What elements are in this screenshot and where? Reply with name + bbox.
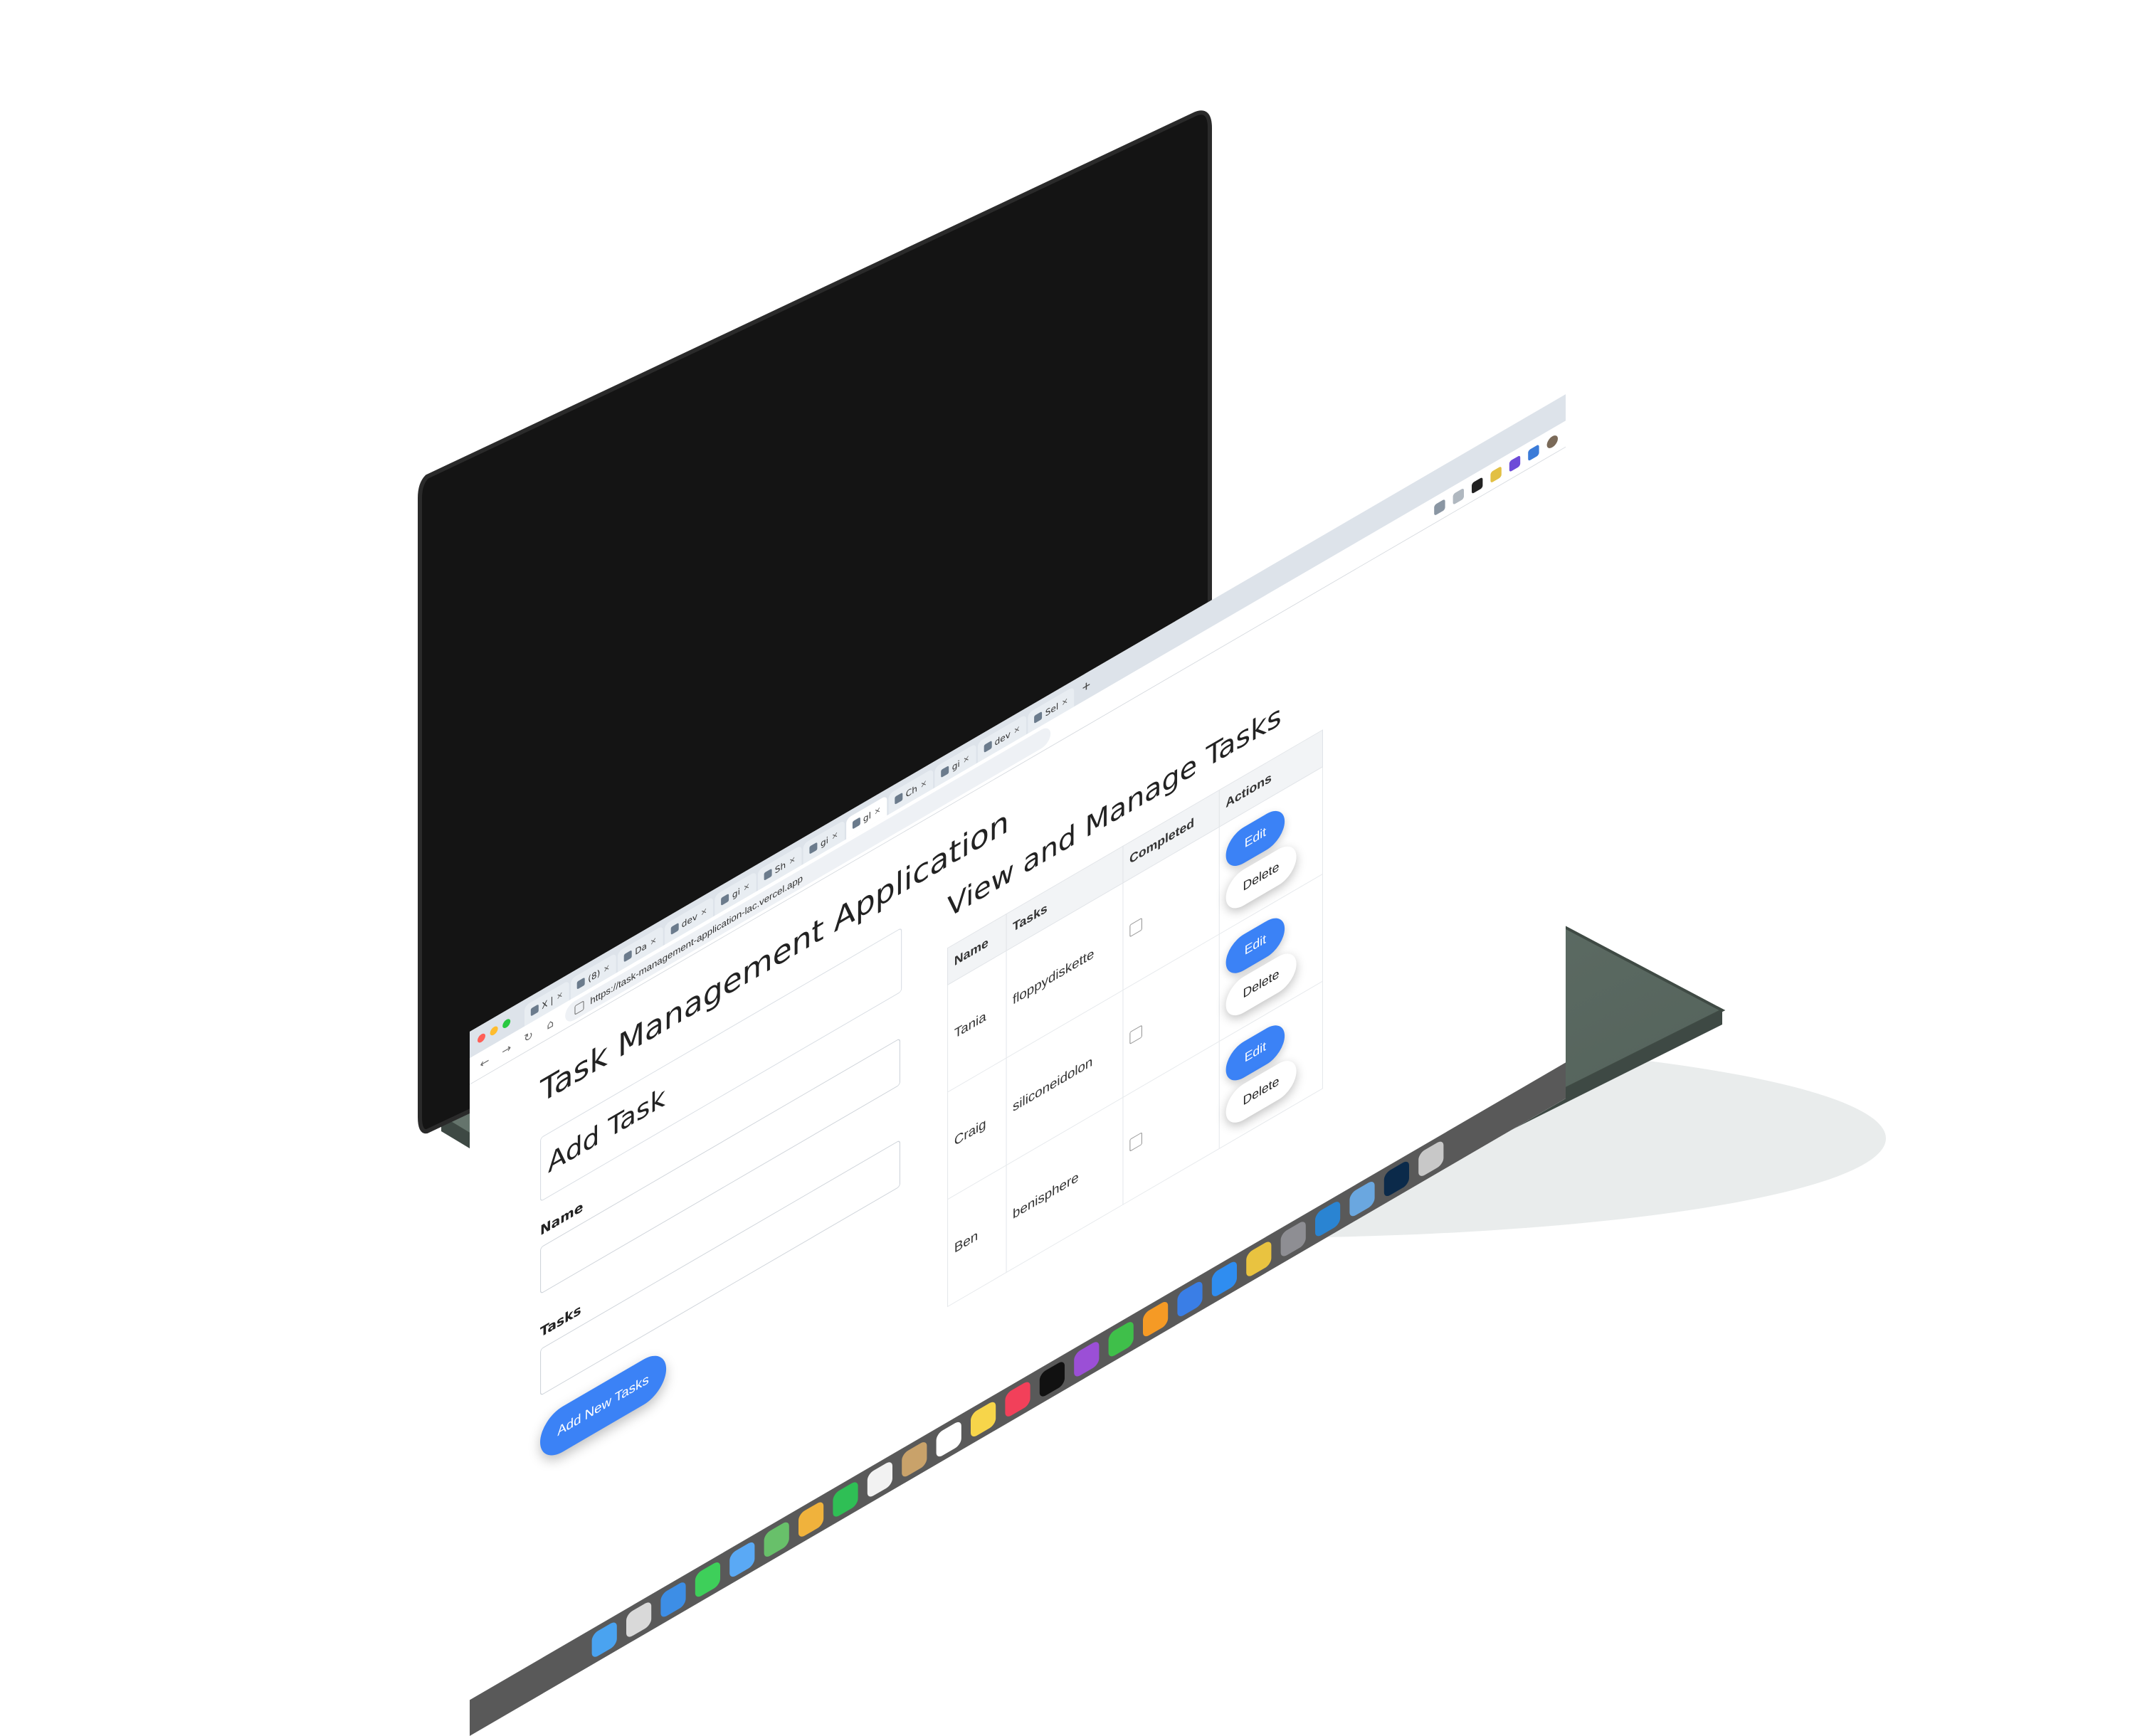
site-info-icon[interactable] xyxy=(574,1000,584,1015)
tab-label: Da xyxy=(635,940,647,958)
favicon-icon xyxy=(941,765,949,778)
tab-label: gi xyxy=(951,758,960,773)
favicon-icon xyxy=(764,868,772,882)
tab-label: Sh xyxy=(774,859,786,876)
close-tab-icon[interactable]: × xyxy=(789,854,796,867)
favicon-icon xyxy=(852,817,860,830)
close-tab-icon[interactable]: × xyxy=(1062,696,1068,708)
favicon-icon xyxy=(576,977,585,990)
translate-icon[interactable] xyxy=(1434,498,1445,516)
completed-checkbox[interactable] xyxy=(1129,917,1142,938)
favicon-icon xyxy=(721,893,729,906)
tab-label: (8) xyxy=(588,967,601,985)
favicon-icon xyxy=(530,1004,539,1017)
close-tab-icon[interactable]: × xyxy=(557,990,563,1002)
extension-icon[interactable] xyxy=(1509,454,1521,472)
facetime-icon[interactable] xyxy=(833,1479,858,1520)
maximize-window-icon[interactable] xyxy=(502,1017,511,1030)
favicon-icon xyxy=(623,950,632,963)
mail-icon[interactable] xyxy=(729,1540,755,1579)
tab-label: gi xyxy=(732,885,740,901)
favicon-icon xyxy=(1034,711,1043,724)
close-tab-icon[interactable]: × xyxy=(1013,724,1020,736)
finder-icon[interactable] xyxy=(591,1619,617,1660)
close-tab-icon[interactable]: × xyxy=(963,753,969,765)
tab-label: X | xyxy=(542,994,554,1012)
home-icon[interactable]: ⌂ xyxy=(543,1014,557,1034)
photos-icon[interactable] xyxy=(798,1499,824,1540)
close-tab-icon[interactable]: × xyxy=(743,881,749,893)
minimize-window-icon[interactable] xyxy=(490,1025,498,1037)
messages-icon[interactable] xyxy=(695,1560,720,1599)
forward-arrow-icon[interactable]: → xyxy=(500,1039,514,1060)
favicon-icon xyxy=(895,792,903,805)
launchpad-icon[interactable] xyxy=(626,1599,652,1640)
tab-label: gl xyxy=(863,809,871,825)
close-tab-icon[interactable]: × xyxy=(603,962,610,974)
favicon-icon xyxy=(809,842,818,854)
profile-avatar[interactable] xyxy=(1546,433,1558,450)
close-window-icon[interactable] xyxy=(478,1032,485,1044)
completed-checkbox[interactable] xyxy=(1129,1024,1142,1044)
tab-label: Sel xyxy=(1045,700,1059,719)
extension-icon[interactable] xyxy=(1528,443,1539,461)
close-tab-icon[interactable]: × xyxy=(650,935,656,947)
favicon-icon xyxy=(670,922,679,936)
close-tab-icon[interactable]: × xyxy=(874,805,880,817)
completed-checkbox[interactable] xyxy=(1129,1131,1142,1152)
reload-icon[interactable]: ↻ xyxy=(522,1027,536,1047)
close-tab-icon[interactable]: × xyxy=(831,830,838,842)
tab-label: gi xyxy=(821,834,829,850)
bookmark-star-icon[interactable] xyxy=(1453,487,1464,505)
favicon-icon xyxy=(984,741,992,753)
back-arrow-icon[interactable]: ← xyxy=(478,1052,492,1073)
maps-icon[interactable] xyxy=(764,1519,789,1560)
close-tab-icon[interactable]: × xyxy=(701,906,707,918)
extension-icon[interactable] xyxy=(1472,476,1483,494)
safari-icon[interactable] xyxy=(660,1579,686,1620)
scene: X | × (8) × Da × dev × gi × Sh × gi × gl × Ch × g… xyxy=(0,0,2135,1736)
reminders-icon[interactable] xyxy=(936,1419,961,1459)
calendar-icon[interactable] xyxy=(867,1459,892,1500)
notes-icon[interactable] xyxy=(971,1399,996,1439)
contacts-icon[interactable] xyxy=(902,1439,927,1480)
extension-icon[interactable] xyxy=(1490,465,1502,483)
close-tab-icon[interactable]: × xyxy=(920,778,927,790)
tab-label: Ch xyxy=(905,783,917,800)
